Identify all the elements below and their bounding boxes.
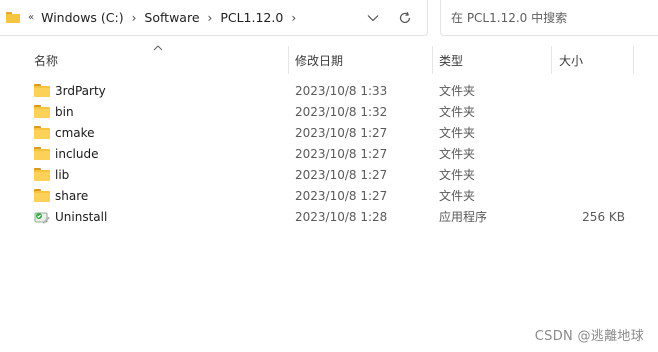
file-size <box>552 143 625 164</box>
file-name-cell: lib <box>34 164 284 185</box>
file-date: 2023/10/8 1:27 <box>295 146 388 161</box>
file-date: 2023/10/8 1:33 <box>295 83 388 98</box>
file-row-uninstall[interactable]: Uninstall 2023/10/8 1:28 应用程序 256 KB <box>0 206 658 227</box>
file-row-3rdparty[interactable]: 3rdParty 2023/10/8 1:33 文件夹 <box>0 80 658 101</box>
file-name: Uninstall <box>55 209 108 224</box>
file-size <box>552 164 625 185</box>
column-header-name[interactable]: 名称 <box>34 44 286 76</box>
file-size <box>552 122 625 143</box>
breadcrumb-separator-icon[interactable]: › <box>132 11 137 25</box>
file-name-cell: cmake <box>34 122 284 143</box>
file-list: 3rdParty 2023/10/8 1:33 文件夹 bin 2023/10/… <box>0 80 658 227</box>
folder-icon <box>34 147 50 160</box>
refresh-icon[interactable] <box>391 5 419 31</box>
file-name-cell: include <box>34 143 284 164</box>
file-size <box>552 185 625 206</box>
column-header-type[interactable]: 类型 <box>439 44 544 76</box>
file-size <box>552 80 625 101</box>
file-size: 256 KB <box>582 209 625 224</box>
column-divider[interactable] <box>432 46 433 74</box>
file-name: lib <box>55 167 70 182</box>
file-type: 文件夹 <box>439 168 476 182</box>
file-type: 文件夹 <box>439 189 476 203</box>
chevron-down-icon[interactable] <box>363 8 383 28</box>
file-row-lib[interactable]: lib 2023/10/8 1:27 文件夹 <box>0 164 658 185</box>
file-explorer-window: « Windows (C:) › Software › PCL1.12.0 › … <box>0 0 658 352</box>
folder-icon <box>6 12 20 23</box>
file-row-cmake[interactable]: cmake 2023/10/8 1:27 文件夹 <box>0 122 658 143</box>
column-divider[interactable] <box>633 46 634 74</box>
breadcrumb-pcl[interactable]: PCL1.12.0 <box>220 10 283 25</box>
file-size <box>552 101 625 122</box>
breadcrumb-windows-c[interactable]: Windows (C:) <box>41 10 123 25</box>
folder-icon <box>34 105 50 118</box>
breadcrumb-overflow-button[interactable]: « <box>28 12 34 23</box>
search-placeholder: 在 PCL1.12.0 中搜索 <box>451 11 568 25</box>
file-name: bin <box>55 104 74 119</box>
file-row-share[interactable]: share 2023/10/8 1:27 文件夹 <box>0 185 658 206</box>
file-name-cell: share <box>34 185 284 206</box>
file-date: 2023/10/8 1:27 <box>295 188 388 203</box>
file-name: share <box>55 188 89 203</box>
search-input[interactable]: 在 PCL1.12.0 中搜索 <box>440 0 658 36</box>
file-type: 文件夹 <box>439 147 476 161</box>
file-name-cell: Uninstall <box>34 206 284 227</box>
column-divider[interactable] <box>551 46 552 74</box>
file-date: 2023/10/8 1:27 <box>295 125 388 140</box>
column-header-size[interactable]: 大小 <box>559 44 629 76</box>
folder-icon <box>34 168 50 181</box>
breadcrumb-software[interactable]: Software <box>144 10 199 25</box>
file-row-bin[interactable]: bin 2023/10/8 1:32 文件夹 <box>0 101 658 122</box>
breadcrumb-separator-icon[interactable]: › <box>291 11 296 25</box>
file-type: 文件夹 <box>439 105 476 119</box>
file-date: 2023/10/8 1:28 <box>295 209 388 224</box>
breadcrumb-separator-icon[interactable]: › <box>208 11 213 25</box>
uninstaller-icon <box>34 210 50 224</box>
folder-icon <box>34 189 50 202</box>
file-type: 应用程序 <box>439 210 488 224</box>
file-date: 2023/10/8 1:27 <box>295 167 388 182</box>
column-divider[interactable] <box>288 46 289 74</box>
column-header-date[interactable]: 修改日期 <box>295 44 430 76</box>
csdn-watermark: CSDN @逃離地球 <box>534 329 644 344</box>
file-name-cell: 3rdParty <box>34 80 284 101</box>
column-header-bar: 名称 修改日期 类型 大小 <box>0 44 658 76</box>
file-date: 2023/10/8 1:32 <box>295 104 388 119</box>
file-name-cell: bin <box>34 101 284 122</box>
file-name: cmake <box>55 125 95 140</box>
folder-icon <box>34 126 50 139</box>
file-name: include <box>55 146 99 161</box>
address-bar[interactable]: « Windows (C:) › Software › PCL1.12.0 › <box>0 0 428 36</box>
file-row-include[interactable]: include 2023/10/8 1:27 文件夹 <box>0 143 658 164</box>
file-name: 3rdParty <box>55 83 106 98</box>
file-type: 文件夹 <box>439 84 476 98</box>
file-type: 文件夹 <box>439 126 476 140</box>
folder-icon <box>34 84 50 97</box>
